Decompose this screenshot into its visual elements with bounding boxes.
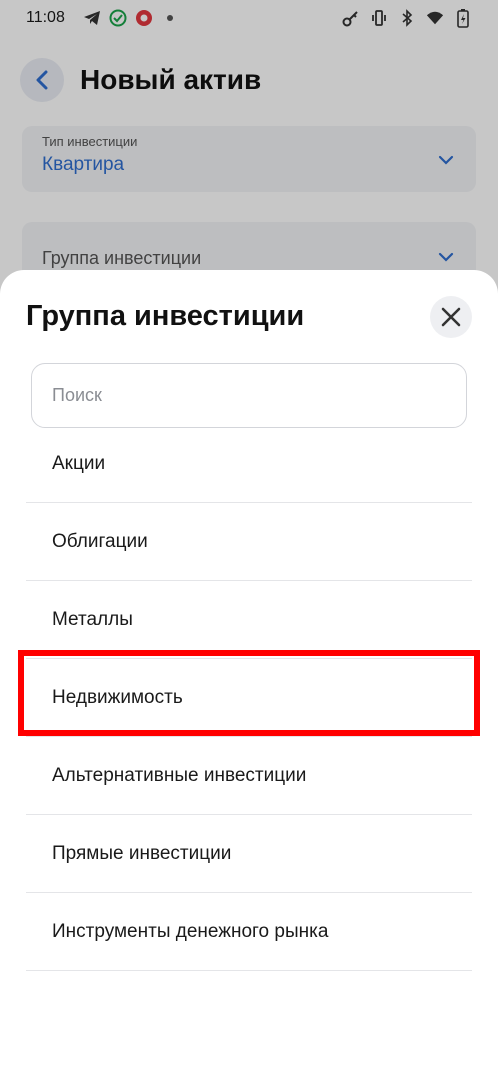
list-item-alternative[interactable]: Альтернативные инвестиции [26, 737, 472, 815]
close-icon [441, 307, 461, 327]
search-input[interactable] [31, 363, 467, 428]
close-button[interactable] [430, 296, 472, 338]
list-item-metals[interactable]: Металлы [26, 581, 472, 659]
list-item-stocks[interactable]: Акции [26, 425, 472, 503]
list-item-bonds[interactable]: Облигации [26, 503, 472, 581]
list-item-money-market[interactable]: Инструменты денежного рынка [26, 893, 472, 971]
bottom-sheet: Группа инвестиции Акции Облигации Металл… [0, 270, 498, 1080]
investment-group-list: Акции Облигации Металлы Недвижимость Аль… [26, 425, 472, 971]
list-item-direct[interactable]: Прямые инвестиции [26, 815, 472, 893]
sheet-title: Группа инвестиции [26, 300, 305, 332]
list-item-real-estate[interactable]: Недвижимость [26, 659, 472, 737]
